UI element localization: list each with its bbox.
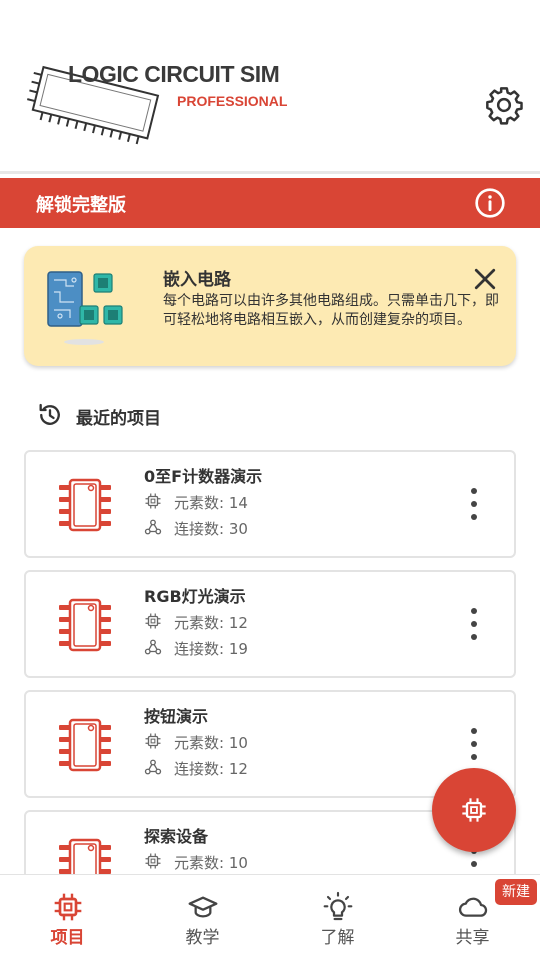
- connection-count-label: 连接数: 12: [174, 760, 248, 778]
- nav-label: 共享: [455, 928, 490, 948]
- new-circuit-fab-button[interactable]: [432, 768, 516, 852]
- app-logo: LOGIC CIRCUIT SIM PROFESSIONAL: [14, 58, 324, 150]
- bottom-navigation: 项目 教学 了解 共享: [0, 874, 540, 960]
- element-count: 元素数: 14: [144, 490, 344, 512]
- nav-label: 教学: [185, 928, 220, 948]
- more-options-icon[interactable]: [462, 486, 486, 522]
- connection-icon: [144, 519, 162, 535]
- logo-subtitle: PROFESSIONAL: [177, 93, 288, 109]
- app-header: LOGIC CIRCUIT SIM PROFESSIONAL: [0, 0, 540, 174]
- element-count-label: 元素数: 14: [174, 494, 248, 512]
- logo-title: LOGIC CIRCUIT SIM: [68, 61, 280, 87]
- chip-icon: [59, 478, 111, 532]
- chip-icon: [54, 893, 82, 921]
- connection-icon: [144, 639, 162, 655]
- element-count: 元素数: 10: [144, 850, 344, 872]
- element-count: 元素数: 12: [144, 610, 344, 632]
- connection-count: 连接数: 19: [144, 636, 344, 658]
- tip-title: 嵌入电路: [163, 270, 231, 290]
- project-name: RGB灯光演示: [144, 587, 246, 606]
- project-card[interactable]: 0至F计数器演示 元素数: 14 连接数: 30: [24, 450, 516, 558]
- nav-tab-learn[interactable]: 了解: [270, 875, 405, 960]
- connection-count-label: 连接数: 30: [174, 520, 248, 538]
- close-icon[interactable]: [470, 264, 500, 294]
- embedded-circuit-illustration: [47, 271, 123, 345]
- processor-icon: [145, 733, 161, 749]
- more-options-icon[interactable]: [462, 606, 486, 642]
- processor-icon: [145, 613, 161, 629]
- graduation-cap-icon: [188, 896, 218, 918]
- chip-icon: [59, 598, 111, 652]
- element-count: 元素数: 10: [144, 730, 344, 752]
- unlock-full-version-bar[interactable]: 解锁完整版: [0, 178, 540, 228]
- chip-icon: [59, 718, 111, 772]
- connection-count: 连接数: 30: [144, 516, 344, 538]
- info-icon[interactable]: [474, 187, 506, 219]
- nav-label: 了解: [320, 928, 355, 948]
- recent-projects-label: 最近的项目: [76, 409, 161, 429]
- processor-icon: [145, 853, 161, 869]
- element-count-label: 元素数: 12: [174, 614, 248, 632]
- chip-icon: [462, 798, 486, 822]
- new-badge: 新建: [495, 879, 537, 905]
- connection-icon: [144, 759, 162, 775]
- processor-icon: [145, 493, 161, 509]
- cloud-icon: [458, 897, 488, 917]
- project-name: 0至F计数器演示: [144, 467, 263, 486]
- project-name: 按钮演示: [144, 707, 209, 726]
- unlock-label: 解锁完整版: [36, 195, 126, 216]
- recent-projects-heading: 最近的项目: [36, 400, 336, 430]
- element-count-label: 元素数: 10: [174, 734, 248, 752]
- lightbulb-icon: [323, 891, 353, 921]
- history-icon: [39, 403, 60, 425]
- nav-tab-tutorial[interactable]: 教学: [135, 875, 270, 960]
- nav-tab-projects[interactable]: 项目: [0, 875, 135, 960]
- project-card[interactable]: RGB灯光演示 元素数: 12 连接数: 19: [24, 570, 516, 678]
- connection-count-label: 连接数: 19: [174, 640, 248, 658]
- more-options-icon[interactable]: [462, 726, 486, 762]
- gear-icon[interactable]: [484, 85, 524, 125]
- project-name: 探索设备: [144, 827, 209, 846]
- element-count-label: 元素数: 10: [174, 854, 248, 872]
- chip-icon: [59, 838, 111, 874]
- connection-count: 连接数: 12: [144, 756, 344, 778]
- nav-label: 项目: [50, 928, 85, 948]
- tip-card-embed-circuit: 嵌入电路 每个电路可以由许多其他电路组成。只需单击几下，即可轻松地将电路相互嵌入…: [24, 246, 516, 366]
- tip-body: 每个电路可以由许多其他电路组成。只需单击几下，即可轻松地将电路相互嵌入，从而创建…: [163, 293, 499, 328]
